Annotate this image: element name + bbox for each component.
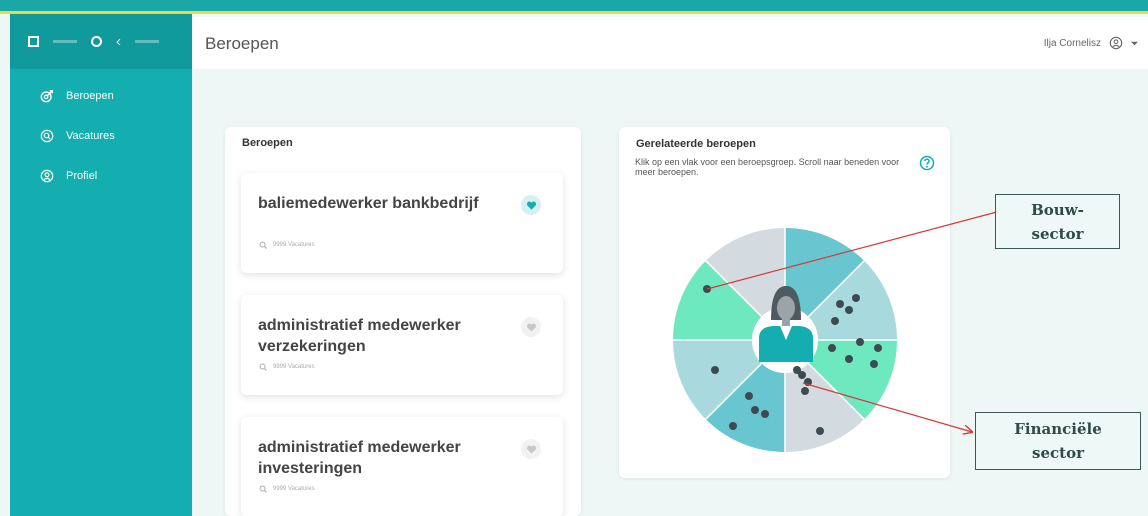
career-wheel[interactable] [673, 228, 897, 452]
career-dot[interactable] [804, 378, 812, 386]
user-icon [40, 169, 54, 183]
circle-icon[interactable] [91, 36, 102, 47]
help-icon[interactable] [919, 155, 935, 171]
career-dot[interactable] [798, 371, 806, 379]
career-dot[interactable] [761, 410, 769, 418]
card-title: Beroepen [242, 137, 293, 149]
chevron-down-icon [1131, 41, 1138, 45]
sidebar: ‹ Beroepen Vacatures Profiel [10, 14, 192, 516]
vacancy-count: 9999 Vacatures [273, 364, 315, 370]
heart-icon [526, 201, 536, 210]
callout-line: sector [1031, 225, 1084, 243]
target-icon [40, 90, 53, 103]
search-icon [259, 363, 267, 371]
search-icon [259, 241, 267, 249]
favorite-button[interactable] [521, 317, 541, 337]
job-card[interactable]: administratief medewerker investeringen … [241, 417, 563, 516]
callout-bouwsector: Bouw- sector [995, 194, 1120, 249]
career-dot[interactable] [816, 427, 824, 435]
favorite-button[interactable] [521, 195, 541, 215]
career-dot[interactable] [845, 306, 853, 314]
sidebar-item-vacatures[interactable]: Vacatures [10, 116, 192, 156]
job-name: baliemedewerker bankbedrijf [258, 195, 479, 212]
career-dot[interactable] [870, 360, 878, 368]
sidebar-item-label: Vacatures [66, 130, 115, 142]
vacancy-count: 9999 Vacatures [273, 242, 315, 248]
back-chevron-icon[interactable]: ‹ [116, 34, 121, 49]
divider [53, 40, 77, 43]
callout-line: sector [1032, 444, 1084, 462]
sidebar-item-label: Beroepen [66, 90, 114, 102]
beroepen-card: Beroepen baliemedewerker bankbedrijf 999… [225, 127, 581, 516]
job-card[interactable]: administratief medewerker verzekeringen … [241, 295, 563, 395]
search-icon [259, 485, 267, 493]
callout-line: Bouw- [1031, 201, 1084, 219]
search-icon [40, 129, 54, 143]
career-dot[interactable] [828, 344, 836, 352]
career-dot[interactable] [703, 285, 711, 293]
user-avatar-icon [1109, 36, 1123, 50]
career-dot[interactable] [711, 366, 719, 374]
page-title: Beroepen [205, 34, 279, 53]
job-name: administratief medewerker investeringen [258, 439, 461, 477]
job-card[interactable]: baliemedewerker bankbedrijf 9999 Vacatur… [241, 173, 563, 273]
top-header: Beroepen Ilja Cornelisz [192, 17, 1148, 69]
square-icon[interactable] [28, 36, 39, 47]
career-dot[interactable] [831, 317, 839, 325]
heart-icon [526, 445, 536, 454]
window-controls: ‹ [10, 14, 192, 69]
user-menu[interactable]: Ilja Cornelisz [1044, 36, 1138, 50]
job-vacancies: 9999 Vacatures [259, 363, 315, 371]
user-name: Ilja Cornelisz [1043, 37, 1101, 49]
career-dot[interactable] [836, 300, 844, 308]
career-dot[interactable] [852, 294, 860, 302]
top-accent-bar [0, 0, 1148, 14]
career-dot[interactable] [745, 392, 753, 400]
vacancy-count: 9999 Vacatures [273, 486, 315, 492]
card-title: Gerelateerde beroepen [636, 138, 756, 150]
sidebar-nav: Beroepen Vacatures Profiel [10, 69, 192, 196]
favorite-button[interactable] [521, 439, 541, 459]
sidebar-item-beroepen[interactable]: Beroepen [10, 76, 192, 116]
instruction-text: Klik op een vlak voor een beroepsgroep. … [635, 157, 900, 177]
career-dot[interactable] [801, 387, 809, 395]
job-vacancies: 9999 Vacatures [259, 241, 315, 249]
career-dot[interactable] [856, 338, 864, 346]
heart-icon [526, 323, 536, 332]
job-name: administratief medewerker verzekeringen [258, 317, 461, 355]
job-vacancies: 9999 Vacatures [259, 485, 315, 493]
callout-line: Financiële [1014, 420, 1102, 438]
divider [135, 40, 159, 43]
career-dot[interactable] [751, 406, 759, 414]
callout-financiele-sector: Financiële sector [975, 412, 1141, 470]
sidebar-item-profiel[interactable]: Profiel [10, 156, 192, 196]
career-dot[interactable] [845, 355, 853, 363]
sidebar-item-label: Profiel [66, 170, 98, 182]
career-dot[interactable] [874, 344, 882, 352]
career-dot[interactable] [729, 422, 737, 430]
